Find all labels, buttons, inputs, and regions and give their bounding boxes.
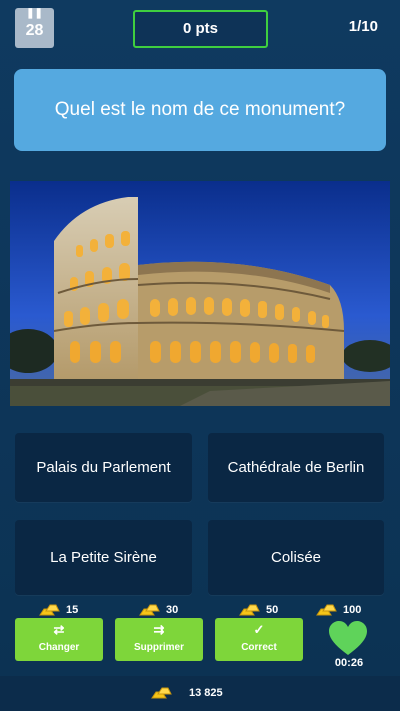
- timer-pause-button[interactable]: ❚❚ 28: [15, 8, 54, 48]
- heart-icon[interactable]: [328, 621, 368, 657]
- pause-icon: ❚❚: [26, 8, 43, 19]
- change-question-button[interactable]: ⇄ Changer: [15, 618, 103, 661]
- coin-balance: 13 825: [150, 687, 223, 699]
- answer-option-2[interactable]: Cathédrale de Berlin: [208, 433, 384, 502]
- life-cost: 100: [315, 603, 361, 617]
- answer-option-1[interactable]: Palais du Parlement: [15, 433, 192, 502]
- powerup-cost-remove: 30: [138, 603, 178, 617]
- powerup-cost-change: 15: [38, 603, 78, 617]
- gold-bars-icon: [39, 604, 60, 616]
- score-display: 0 pts: [133, 10, 268, 48]
- gold-bars-icon: [139, 604, 160, 616]
- coin-balance-value: 13 825: [189, 687, 223, 699]
- gold-bars-icon: [239, 604, 260, 616]
- check-icon: ✓: [253, 622, 265, 637]
- answer-option-4[interactable]: Colisée: [208, 520, 384, 595]
- question-text: Quel est le nom de ce monument?: [14, 69, 386, 151]
- colosseum-photo: [10, 181, 390, 406]
- life-timer: 00:26: [334, 657, 364, 669]
- question-progress: 1/10: [348, 18, 378, 35]
- bottom-bar: 13 825: [0, 676, 400, 711]
- gold-bars-icon: [151, 687, 172, 699]
- correct-answer-button[interactable]: ✓ Correct: [215, 618, 303, 661]
- swap-icon: ⇄: [53, 622, 65, 637]
- timer-value: 28: [25, 22, 44, 39]
- shuffle-icon: ⇉: [153, 622, 165, 637]
- answer-option-3[interactable]: La Petite Sirène: [15, 520, 192, 595]
- remove-answers-button[interactable]: ⇉ Supprimer: [115, 618, 203, 661]
- powerup-cost-correct: 50: [238, 603, 278, 617]
- gold-bars-icon: [316, 604, 337, 616]
